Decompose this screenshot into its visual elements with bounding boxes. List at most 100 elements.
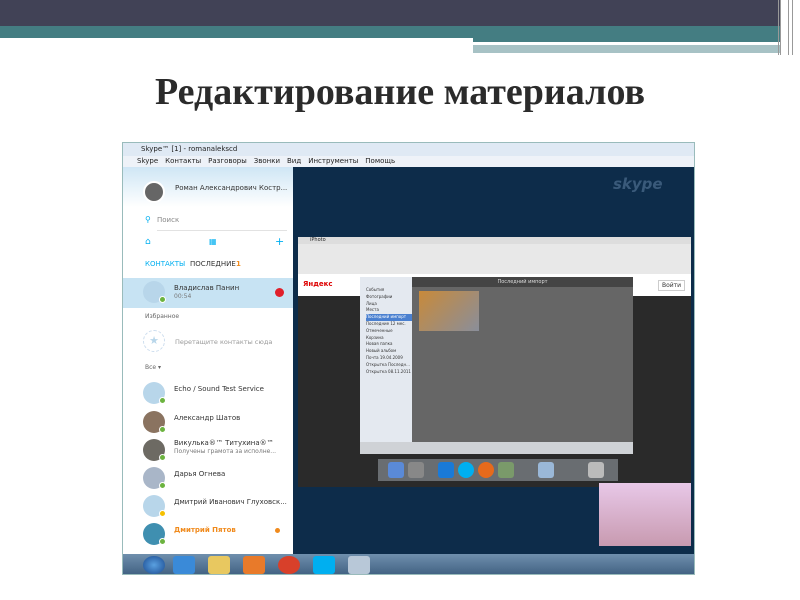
end-call-icon[interactable] <box>275 288 284 297</box>
contact-row[interactable]: Александр Шатов <box>123 408 293 436</box>
unread-dot <box>275 528 280 533</box>
iphoto-sidebar-item[interactable]: Фотографии <box>366 294 412 301</box>
dialpad-icon[interactable]: ▦ <box>209 237 217 246</box>
favorites-star-icon: ★ <box>143 330 165 352</box>
iphoto-sidebar-item[interactable]: Новый альбом <box>366 348 412 355</box>
iphoto-sidebar-item[interactable]: Открытка Последн... <box>366 362 412 369</box>
contact-name: Дмитрий Пятов <box>174 526 236 534</box>
slide-header-band <box>0 0 780 26</box>
trash-icon[interactable] <box>588 462 604 478</box>
filter-dropdown[interactable]: Все ▾ <box>145 364 161 371</box>
search-input[interactable]: Поиск <box>157 216 287 231</box>
search-icon: ⚲ <box>145 215 151 224</box>
folder-icon[interactable] <box>538 462 554 478</box>
tab-contacts[interactable]: КОНТАКТЫ <box>145 260 185 268</box>
favorites-hint: Перетащите контакты сюда <box>175 338 273 346</box>
contact-name: Дарья Огнева <box>174 470 226 478</box>
iphoto-sidebar-item[interactable]: Отмеченные <box>366 328 412 335</box>
iphoto-toolbar <box>360 442 633 454</box>
slide-header-teal <box>0 26 780 38</box>
mac-menubar: iPhoto <box>298 237 691 244</box>
iphoto-sidebar-item[interactable]: Открытка 08.11.2011 <box>366 369 412 376</box>
status-online-icon <box>159 397 166 404</box>
status-online-icon <box>159 454 166 461</box>
login-button[interactable]: Войти <box>658 280 686 291</box>
chrome-icon[interactable] <box>278 556 300 574</box>
home-icon[interactable]: ⌂ <box>145 237 151 247</box>
skype-window: Skype™ [1] - romanaleksсd Skype Контакты… <box>122 142 695 575</box>
contact-name: Викулька®™ Титухина®™ <box>174 439 274 447</box>
teamviewer-icon[interactable] <box>438 462 454 478</box>
menu-tools[interactable]: Инструменты <box>308 157 358 167</box>
add-contact-icon[interactable]: + <box>275 235 284 248</box>
status-away-icon <box>159 510 166 517</box>
ie-icon[interactable] <box>173 556 195 574</box>
media-player-icon[interactable] <box>243 556 265 574</box>
tab-recent[interactable]: ПОСЛЕДНИЕ <box>190 260 236 268</box>
iphoto-icon[interactable] <box>498 462 514 478</box>
menu-conversations[interactable]: Разговоры <box>208 157 247 167</box>
iphoto-sidebar-item[interactable]: События <box>366 287 412 294</box>
profile-name[interactable]: Роман Александрович Костр... <box>175 184 287 192</box>
start-button[interactable] <box>143 556 165 574</box>
shared-screen: iPhoto Яндекс Войти События Фотографии Лица… <box>298 237 691 487</box>
pane-title: Последний импорт <box>412 277 633 287</box>
webcam-preview <box>599 483 691 546</box>
contact-name: Echo / Sound Test Service <box>174 385 264 393</box>
photo-thumbnail[interactable] <box>419 291 479 331</box>
menu-contacts[interactable]: Контакты <box>165 157 201 167</box>
slide-header-light <box>473 45 780 53</box>
contact-row[interactable]: Дмитрий Иванович Глуховск... <box>123 492 293 520</box>
finder-icon[interactable] <box>388 462 404 478</box>
recent-count-badge: 1 <box>236 260 241 268</box>
contact-mood: Получены грамота за исполне... <box>174 448 277 455</box>
contact-name: Александр Шатов <box>174 414 241 422</box>
slide-header-lines <box>778 0 781 55</box>
skype-logo: skype <box>613 175 663 193</box>
menu-calls[interactable]: Звонки <box>254 157 280 167</box>
skype-dock-icon[interactable] <box>458 462 474 478</box>
status-online-icon <box>159 538 166 545</box>
iphoto-sidebar-item[interactable]: Последние 12 мес. <box>366 321 412 328</box>
menu-bar: Skype Контакты Разговоры Звонки Вид Инст… <box>123 156 694 167</box>
iphoto-sidebar-item[interactable]: Почта 19.04.2009 <box>366 355 412 362</box>
iphoto-sidebar-item[interactable]: Лица <box>366 301 412 308</box>
contact-row[interactable]: Дарья Огнева <box>123 464 293 492</box>
menu-help[interactable]: Помощь <box>365 157 395 167</box>
windows-taskbar <box>123 554 694 574</box>
browser-bar <box>298 244 691 274</box>
contact-name: Дмитрий Иванович Глуховск... <box>174 498 287 506</box>
iphoto-sidebar-item[interactable]: Последний импорт <box>366 314 412 321</box>
system-prefs-icon[interactable] <box>408 462 424 478</box>
contact-name: Владислав Панин <box>174 284 240 292</box>
status-online-icon <box>159 426 166 433</box>
firefox-icon[interactable] <box>478 462 494 478</box>
skype-taskbar-icon[interactable] <box>313 556 335 574</box>
active-call-row[interactable]: Владислав Панин 00:54 <box>123 278 293 308</box>
contact-row[interactable]: Дмитрий Пятов <box>123 520 293 548</box>
iphoto-main: Последний импорт <box>412 277 633 442</box>
status-online-icon <box>159 296 166 303</box>
profile-avatar[interactable] <box>143 181 165 203</box>
paint-icon[interactable] <box>348 556 370 574</box>
call-duration: 00:54 <box>174 293 192 300</box>
slide-header-stripe <box>473 38 780 42</box>
iphoto-sidebar-item[interactable]: Места <box>366 307 412 314</box>
yandex-logo: Яндекс <box>303 280 333 288</box>
slide-header-lines-2 <box>788 0 793 55</box>
window-title: Skype™ [1] - romanaleksсd <box>123 143 694 156</box>
call-view: skype iPhoto Яндекс Войти События Фотограф… <box>293 167 694 554</box>
iphoto-sidebar-item[interactable]: Корзина <box>366 335 412 342</box>
explorer-icon[interactable] <box>208 556 230 574</box>
iphoto-sidebar-item[interactable]: Новая папка <box>366 341 412 348</box>
contact-row[interactable]: Викулька®™ Титухина®™ Получены грамота за… <box>123 436 293 464</box>
status-online-icon <box>159 482 166 489</box>
menu-view[interactable]: Вид <box>287 157 301 167</box>
contact-row[interactable]: Echo / Sound Test Service <box>123 379 293 407</box>
slide-title: Редактирование материалов <box>154 71 646 113</box>
mac-dock <box>378 459 618 481</box>
iphoto-sidebar: События Фотографии Лица Места Последний импо… <box>360 277 412 442</box>
contacts-panel: Роман Александрович Костр... ⚲ Поиск ⌂ ▦… <box>123 167 293 554</box>
menu-skype[interactable]: Skype <box>137 157 158 167</box>
app-name: iPhoto <box>310 237 326 243</box>
